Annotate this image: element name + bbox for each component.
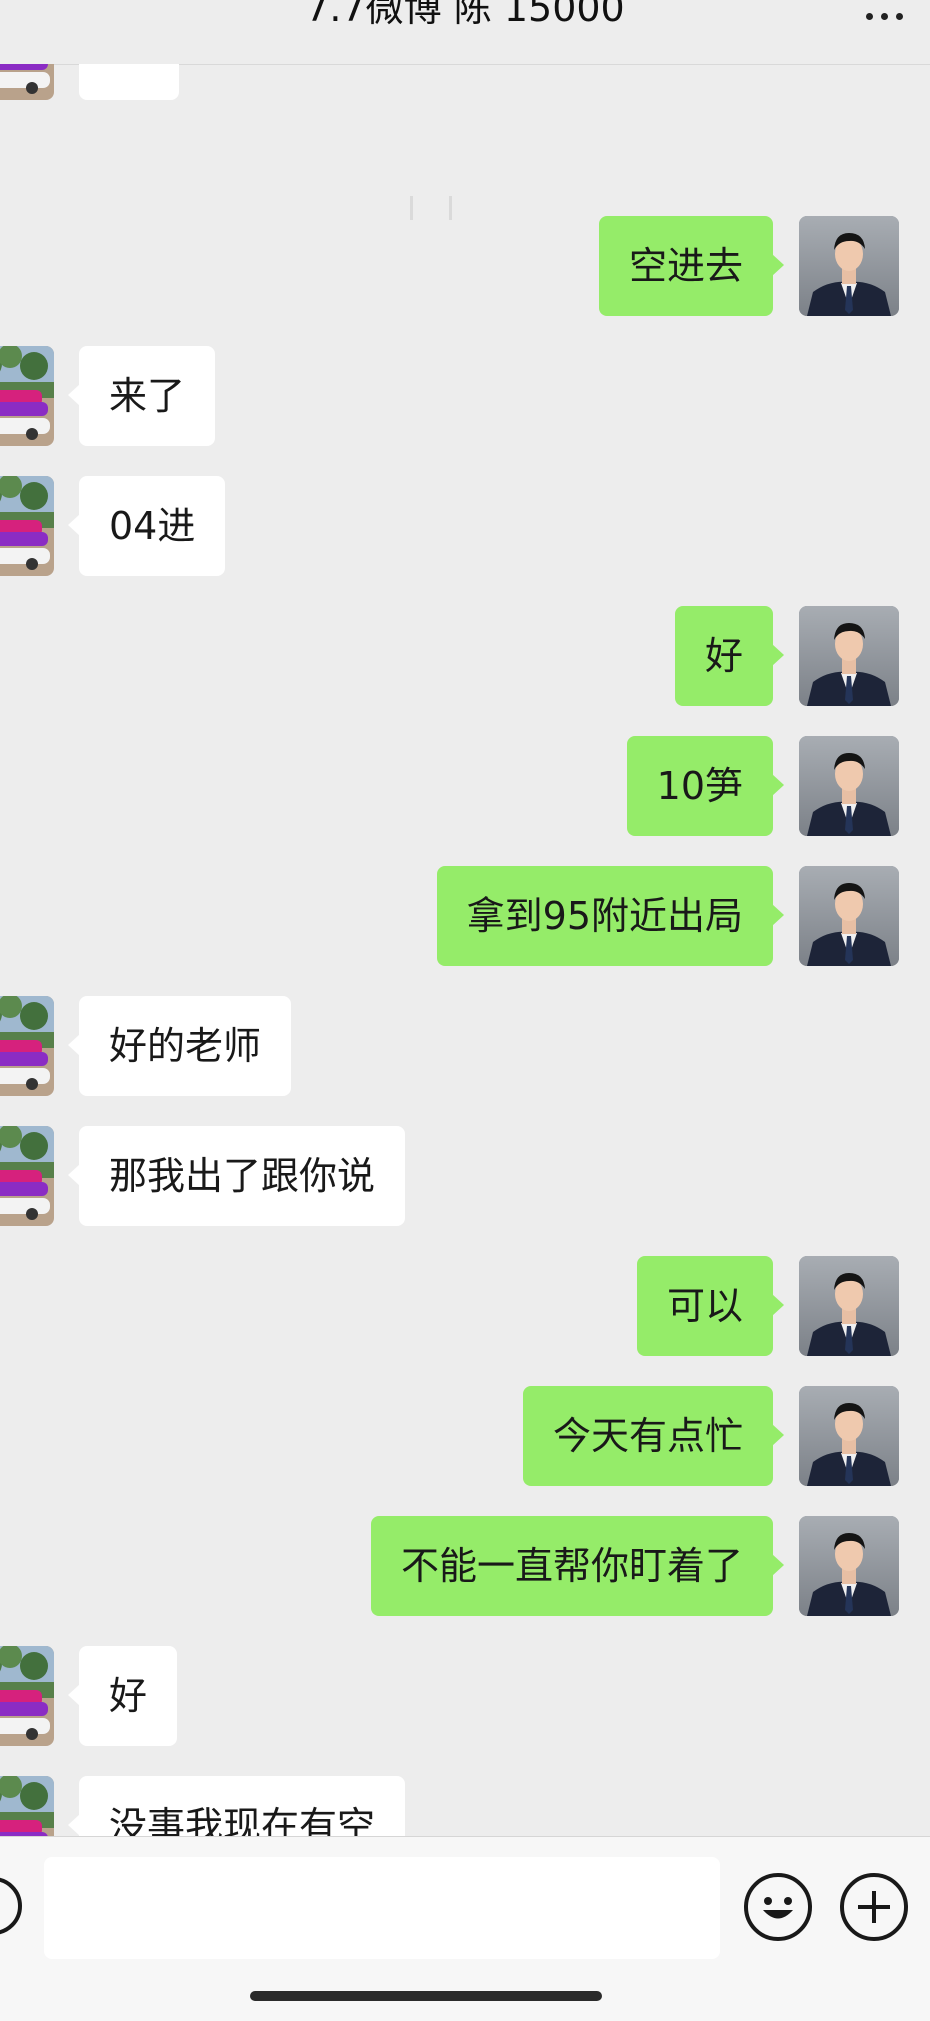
chat-title: 7.7微博 陈 15000 — [305, 0, 625, 30]
message-row: 今天有点忙 — [0, 1386, 930, 1486]
message-row: 来了 — [0, 346, 930, 446]
my-avatar[interactable] — [799, 866, 899, 966]
message-row: 好 — [0, 606, 930, 706]
message-row: 那我出了跟你说 — [0, 1126, 930, 1226]
message-row: 不能一直帮你盯着了 — [0, 1516, 930, 1616]
contact-avatar[interactable] — [0, 64, 54, 100]
message-row — [0, 64, 930, 100]
message-row: 好的老师 — [0, 996, 930, 1096]
message-bubble-outgoing[interactable]: 好 — [674, 606, 785, 706]
contact-avatar[interactable] — [0, 1126, 54, 1226]
message-bubble-incoming[interactable]: 好的老师 — [67, 996, 292, 1096]
message-bubble-incoming[interactable]: 没事我现在有空 — [67, 1776, 406, 1836]
message-bubble-incoming[interactable] — [79, 64, 179, 100]
my-avatar[interactable] — [799, 216, 899, 316]
message-row: 10笋 — [0, 736, 930, 836]
message-row: 拿到95附近出局 — [0, 866, 930, 966]
message-bubble-incoming[interactable]: 来了 — [67, 346, 216, 446]
my-avatar[interactable] — [799, 606, 899, 706]
message-bubble-outgoing[interactable]: 不能一直帮你盯着了 — [370, 1516, 785, 1616]
plus-icon[interactable] — [840, 1873, 908, 1941]
emoji-icon[interactable] — [744, 1873, 812, 1941]
composer-bar — [0, 1836, 930, 2021]
my-avatar[interactable] — [799, 1256, 899, 1356]
contact-avatar[interactable] — [0, 1646, 54, 1746]
my-avatar[interactable] — [799, 1516, 899, 1616]
contact-avatar[interactable] — [0, 476, 54, 576]
voice-icon[interactable] — [0, 1877, 22, 1935]
my-avatar[interactable] — [799, 1386, 899, 1486]
contact-avatar[interactable] — [0, 996, 54, 1096]
more-icon[interactable] — [858, 4, 910, 28]
message-row: 空进去 — [0, 216, 930, 316]
message-list[interactable]: 空进去 来了 04进 好 10笋 拿到95附近出局 好的老师 那我出了跟你说 可… — [0, 64, 930, 1836]
message-bubble-outgoing[interactable]: 拿到95附近出局 — [436, 866, 785, 966]
message-row: 没事我现在有空 — [0, 1776, 930, 1836]
message-bubble-outgoing[interactable]: 10笋 — [626, 736, 785, 836]
chat-header: 7.7微博 陈 15000 — [0, 0, 930, 65]
home-indicator — [250, 1991, 602, 2001]
message-bubble-incoming[interactable]: 04进 — [67, 476, 226, 576]
message-row: 可以 — [0, 1256, 930, 1356]
contact-avatar[interactable] — [0, 346, 54, 446]
contact-avatar[interactable] — [0, 1776, 54, 1836]
message-bubble-incoming[interactable]: 好 — [67, 1646, 178, 1746]
message-bubble-outgoing[interactable]: 可以 — [636, 1256, 785, 1356]
message-row: 好 — [0, 1646, 930, 1746]
message-bubble-incoming[interactable]: 那我出了跟你说 — [67, 1126, 406, 1226]
message-input[interactable] — [44, 1857, 720, 1959]
my-avatar[interactable] — [799, 736, 899, 836]
message-bubble-outgoing[interactable]: 空进去 — [598, 216, 785, 316]
message-bubble-outgoing[interactable]: 今天有点忙 — [522, 1386, 785, 1486]
message-row: 04进 — [0, 476, 930, 576]
